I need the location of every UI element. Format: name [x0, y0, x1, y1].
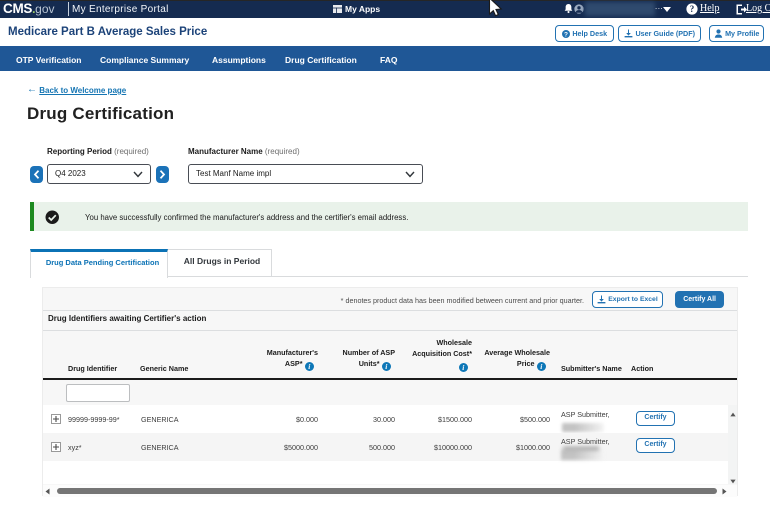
svg-text:?: ?	[564, 31, 568, 38]
svg-text:?: ?	[690, 4, 695, 14]
